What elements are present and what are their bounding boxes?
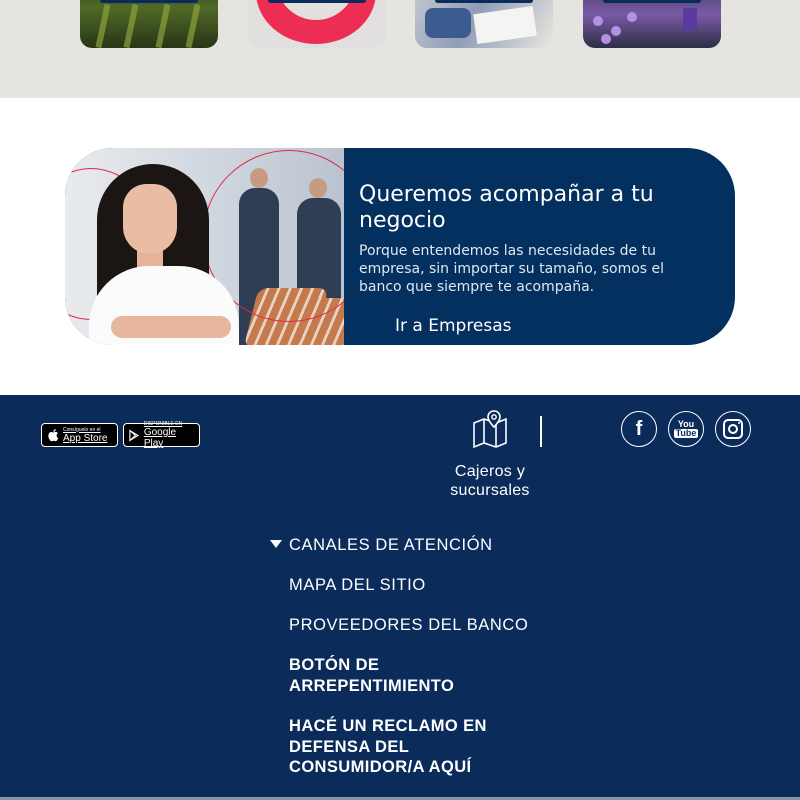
instagram-button[interactable]: [715, 411, 751, 447]
decor-leaf: [95, 3, 111, 48]
youtube-icon: You Tube: [673, 420, 699, 438]
decor-flower: [601, 34, 611, 44]
go-to-business-link[interactable]: Ir a Empresas: [395, 316, 512, 336]
card-image-plants[interactable]: [80, 0, 218, 48]
atm-branches-label: Cajeros y sucursales: [450, 463, 530, 499]
woman-arms: [111, 316, 231, 338]
instagram-icon: [723, 419, 743, 439]
promo-title: Queremos acompañar a tu negocio: [359, 182, 654, 233]
youtube-icon-bottom: Tube: [673, 428, 699, 438]
site-footer: Consíguelo en el App Store DISPONIBLE EN…: [0, 395, 800, 800]
map-pin-icon: [473, 410, 507, 449]
youtube-button[interactable]: You Tube: [668, 411, 704, 447]
google-play-big-text: Google Play: [143, 427, 177, 449]
decor-flower: [593, 16, 603, 26]
decor-paper: [473, 5, 537, 45]
card-image-flowers[interactable]: [583, 0, 721, 48]
facebook-button[interactable]: f: [621, 411, 657, 447]
caret-down-icon[interactable]: [270, 540, 282, 548]
card-image-laptop-person[interactable]: [415, 0, 553, 48]
promo-description: Porque entendemos las necesidades de tu …: [359, 243, 665, 295]
menu-withdrawal-button[interactable]: BOTÓN DE ARREPENTIMIENTO: [289, 655, 479, 696]
menu-bank-suppliers[interactable]: PROVEEDORES DEL BANCO: [289, 615, 529, 636]
menu-site-map[interactable]: MAPA DEL SITIO: [289, 575, 529, 596]
card-image-brand-ring[interactable]: [248, 0, 386, 48]
app-store-big-text: App Store: [63, 432, 108, 444]
menu-consumer-complaint[interactable]: HACÉ UN RECLAMO EN DEFENSA DEL CONSUMIDO…: [289, 716, 489, 778]
card-tab: [268, 0, 366, 3]
top-card-band: [0, 0, 800, 98]
google-play-text: DISPONIBLE EN Google Play: [144, 421, 193, 449]
menu-contact-channels[interactable]: CANALES DE ATENCIÓN: [289, 535, 529, 556]
vertical-divider: [540, 416, 542, 447]
card-tab: [100, 0, 198, 3]
promo-photo: [65, 148, 344, 345]
decor-box: [683, 8, 697, 30]
google-play-badge[interactable]: DISPONIBLE EN Google Play: [123, 421, 200, 449]
card-tab: [603, 0, 701, 3]
facebook-icon: f: [635, 417, 643, 440]
app-store-text: Consíguelo en el App Store: [63, 427, 107, 444]
card-tab: [435, 0, 533, 3]
decor-arm: [425, 8, 471, 38]
atm-branches-link[interactable]: Cajeros y sucursales: [440, 409, 540, 500]
decor-leaf: [155, 3, 171, 48]
decor-flower: [611, 26, 621, 36]
decor-leaf: [123, 3, 139, 48]
google-play-icon: [129, 428, 140, 442]
decor-flower: [627, 12, 637, 22]
business-promo-banner: Queremos acompañar a tu negocio Porque e…: [65, 148, 735, 345]
apple-icon: [48, 429, 59, 442]
woman-face: [123, 184, 177, 254]
decor-leaf: [185, 3, 201, 48]
app-store-badge[interactable]: Consíguelo en el App Store: [41, 423, 118, 447]
